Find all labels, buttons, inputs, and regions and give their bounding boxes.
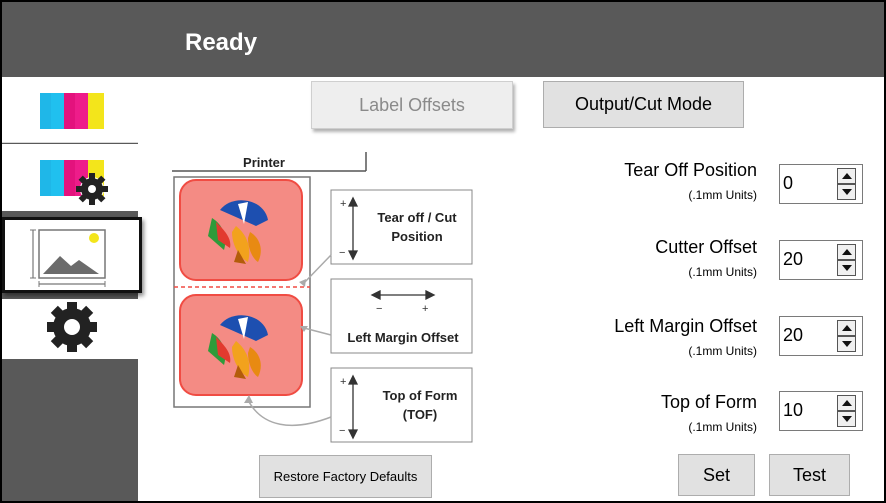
test-button[interactable]: Test <box>769 454 850 496</box>
ink-settings-icon <box>40 160 108 205</box>
tab-output-cut-mode[interactable]: Output/Cut Mode <box>543 81 744 128</box>
increment-button[interactable] <box>837 168 856 184</box>
cutter-offset-unit: (.1mm Units) <box>688 265 757 279</box>
decrement-button[interactable] <box>837 336 856 352</box>
tear-off-position-unit: (.1mm Units) <box>688 188 757 202</box>
left-margin-offset-input[interactable] <box>783 322 829 348</box>
sidebar-item-settings[interactable] <box>2 299 138 359</box>
left-margin-offset-unit: (.1mm Units) <box>688 344 757 358</box>
sidebar-item-ink-settings[interactable] <box>2 144 138 211</box>
minus-mark: − <box>339 425 345 437</box>
tear-off-cut-position-text: Tear off / Cut Position <box>377 210 457 244</box>
top-of-form-spinner <box>779 391 863 431</box>
increment-button[interactable] <box>837 320 856 336</box>
cutter-offset-spinner <box>779 240 863 280</box>
increment-button[interactable] <box>837 244 856 260</box>
sidebar-item-media[interactable] <box>2 217 142 293</box>
minus-mark: − <box>376 303 382 315</box>
label-2 <box>179 294 303 396</box>
status-title: Ready <box>185 29 258 56</box>
cmyk-ink-icon <box>40 93 104 129</box>
top-of-form-label: Top of Form <box>660 392 757 412</box>
tear-off-position-input[interactable] <box>783 170 829 196</box>
increment-button[interactable] <box>837 395 856 411</box>
gear-icon <box>47 302 97 352</box>
top-of-form-text: Top of Form (TOF) <box>382 388 458 422</box>
sidebar <box>2 77 142 501</box>
tab-label-offsets[interactable]: Label Offsets <box>311 81 513 129</box>
decrement-button[interactable] <box>837 260 856 276</box>
cutter-offset-label: Cutter Offset <box>655 237 757 257</box>
title-bar: Ready <box>2 2 884 77</box>
app-window: Ready Label Offsets Output/Cut Mode + − … <box>0 0 886 503</box>
plus-mark: + <box>422 303 428 315</box>
set-button[interactable]: Set <box>678 454 755 496</box>
plus-mark: + <box>340 376 346 388</box>
top-of-form-input[interactable] <box>783 397 829 423</box>
restore-factory-defaults-button[interactable]: Restore Factory Defaults <box>259 455 432 498</box>
left-margin-offset-label: Left Margin Offset <box>614 316 757 336</box>
label-1 <box>179 179 303 281</box>
decrement-button[interactable] <box>837 411 856 427</box>
printer-label: Printer <box>243 155 285 170</box>
tear-off-position-label: Tear Off Position <box>624 160 757 180</box>
left-margin-offset-spinner <box>779 316 863 356</box>
minus-mark: − <box>339 247 345 259</box>
top-of-form-unit: (.1mm Units) <box>688 420 757 434</box>
tear-off-position-spinner <box>779 164 863 204</box>
decrement-button[interactable] <box>837 184 856 200</box>
sidebar-item-ink[interactable] <box>2 77 138 143</box>
left-margin-offset-text: Left Margin Offset <box>347 330 459 345</box>
label-offset-diagram: + − + − − + Printer Tear off / Cut Posit… <box>172 152 492 452</box>
media-image-icon <box>30 229 106 287</box>
plus-mark: + <box>340 198 346 210</box>
cutter-offset-input[interactable] <box>783 246 829 272</box>
